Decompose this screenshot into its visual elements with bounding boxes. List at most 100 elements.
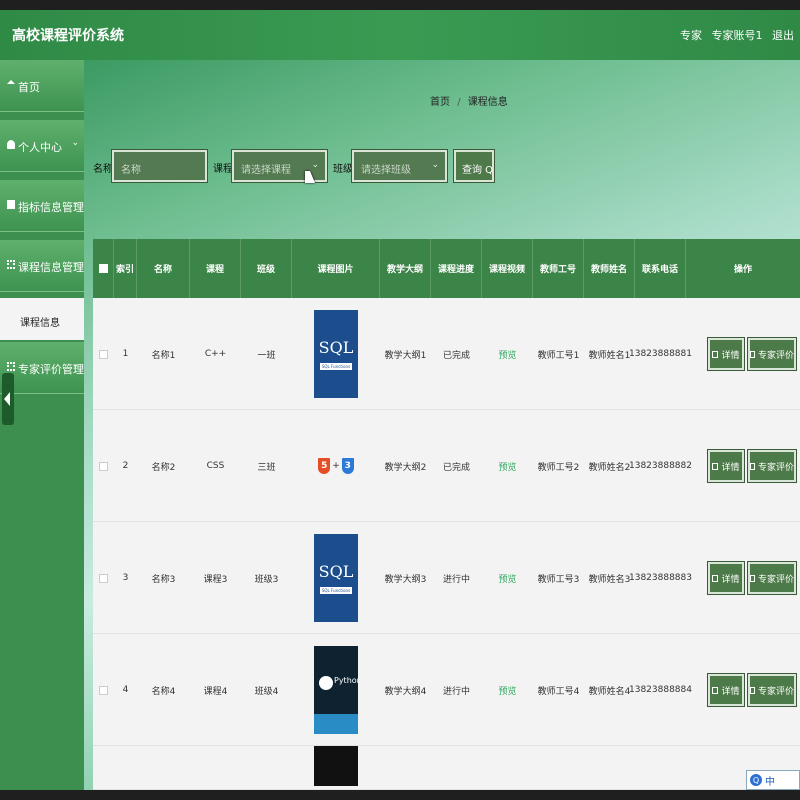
course-label: 课程: [213, 164, 233, 175]
expert-review-button[interactable]: 专家评价: [748, 674, 796, 706]
cell-index: 1: [122, 349, 129, 359]
cell-teacher-no: 教师工号1: [537, 350, 580, 361]
column-header-video: 课程视频: [482, 239, 533, 298]
cover-title: Python: [334, 676, 358, 685]
table-row: 1 名称1 C++ 一班 SQL SQL Functions 教学大纲1 已完成…: [93, 298, 800, 410]
document-icon: [750, 574, 755, 582]
detail-button[interactable]: 详情: [708, 562, 744, 594]
row-checkbox[interactable]: [99, 461, 108, 471]
sidebar-item-personal-center[interactable]: 个人中心 ⌄: [0, 120, 84, 172]
ime-toolbar[interactable]: Q 中: [746, 770, 800, 790]
document-icon: [712, 574, 719, 582]
cover-subtitle: SQL Functions: [319, 363, 353, 370]
cell-class: 一班: [257, 350, 276, 361]
css3-icon: 3: [341, 458, 354, 474]
sidebar-subitem-course-info[interactable]: 课程信息: [0, 298, 84, 340]
sidebar-item-home[interactable]: 首页: [0, 60, 84, 112]
plus-icon: +: [332, 461, 340, 471]
cell-index: 2: [122, 461, 129, 471]
sidebar: 首页 个人中心 ⌄ 指标信息管理 ⌄ 课程信息管理 ⌄ 课程信息 专家评价管理 …: [0, 60, 84, 790]
sidebar-collapse-handle[interactable]: [2, 373, 14, 425]
sidebar-item-indicator-management[interactable]: 指标信息管理 ⌄: [0, 180, 84, 232]
cover-title: SQL: [318, 338, 354, 357]
detail-button-label: 详情: [721, 686, 740, 697]
review-button-label: 专家评价: [757, 462, 794, 473]
logout-link[interactable]: 退出: [772, 29, 794, 42]
top-strip: [0, 0, 800, 10]
course-image-sql[interactable]: SQL SQL Functions: [314, 310, 358, 398]
breadcrumb-home[interactable]: 首页: [430, 97, 450, 108]
column-header-image: 课程图片: [292, 239, 380, 298]
video-preview-link[interactable]: 预览: [482, 298, 533, 410]
sidebar-item-course-management[interactable]: 课程信息管理 ⌄: [0, 240, 84, 292]
document-icon: [712, 686, 719, 694]
row-checkbox[interactable]: [99, 573, 108, 583]
table-header: 索引 名称 课程 班级 课程图片 教学大纲 课程进度 课程视频 教师工号 教师姓…: [93, 239, 800, 298]
cell-phone: 13823888882: [629, 461, 692, 471]
cover-decoration: [314, 714, 358, 734]
chevron-down-icon: ⌄: [71, 360, 79, 370]
course-image-dark[interactable]: [314, 746, 358, 786]
detail-button[interactable]: 详情: [708, 338, 744, 370]
chevron-down-icon: ⌄: [431, 160, 439, 170]
select-all-checkbox[interactable]: [93, 239, 114, 298]
course-image-sql[interactable]: SQL SQL Functions: [314, 534, 358, 622]
cell-class: 三班: [257, 462, 276, 473]
html5-icon: 5: [318, 458, 331, 474]
cell-teacher-name: 教师姓名3: [588, 574, 631, 585]
course-image-python[interactable]: Python: [314, 646, 358, 734]
name-input[interactable]: 名称: [112, 150, 207, 182]
sidebar-item-label: 首页: [18, 81, 40, 94]
user-icon: [7, 140, 15, 149]
expert-review-button[interactable]: 专家评价: [748, 338, 796, 370]
column-header-phone: 联系电话: [635, 239, 686, 298]
cell-teacher-no: 教师工号3: [537, 574, 580, 585]
search-bar: 名称 名称 课程 请选择课程 ⌄ 班级 请选择班级 ⌄ 查询 Q: [84, 150, 800, 182]
cell-index: 4: [122, 685, 129, 695]
column-header-name: 名称: [137, 239, 190, 298]
cell-class: 班级4: [254, 686, 279, 697]
grid-icon: [7, 362, 15, 371]
cell-progress: 进行中: [442, 574, 470, 585]
cell-syllabus: 教学大纲4: [384, 686, 427, 697]
detail-button[interactable]: 详情: [708, 450, 744, 482]
cell-index: 3: [122, 573, 129, 583]
bottom-strip: [0, 790, 800, 800]
video-preview-link[interactable]: 预览: [482, 634, 533, 746]
header: 高校课程评价系统 专家 专家账号1 退出: [0, 10, 800, 60]
course-table: 索引 名称 课程 班级 课程图片 教学大纲 课程进度 课程视频 教师工号 教师姓…: [93, 239, 800, 790]
column-header-actions: 操作: [733, 265, 752, 275]
cell-progress: 已完成: [442, 350, 470, 361]
row-checkbox[interactable]: [99, 349, 108, 359]
query-button[interactable]: 查询 Q: [454, 150, 494, 182]
chevron-down-icon: ⌄: [71, 138, 79, 148]
app-title: 高校课程评价系统: [12, 28, 124, 44]
name-placeholder: 名称: [121, 165, 141, 176]
video-preview-link[interactable]: 预览: [482, 522, 533, 634]
breadcrumb: 首页 / 课程信息: [430, 93, 508, 108]
table-row: [93, 746, 800, 790]
video-preview-link[interactable]: 预览: [482, 410, 533, 522]
document-icon: [750, 350, 755, 358]
sidebar-subitem-label: 课程信息: [20, 318, 60, 329]
detail-button[interactable]: 详情: [708, 674, 744, 706]
course-placeholder: 请选择课程: [241, 165, 291, 176]
cell-teacher-name: 教师姓名1: [588, 350, 631, 361]
document-icon: [750, 686, 755, 694]
chevron-down-icon: ⌄: [71, 258, 79, 268]
column-header-teacher-no: 教师工号: [533, 239, 584, 298]
cell-progress: 已完成: [442, 462, 470, 473]
expert-review-button[interactable]: 专家评价: [748, 450, 796, 482]
class-select[interactable]: 请选择班级 ⌄: [352, 150, 447, 182]
query-button-label: 查询 Q: [462, 165, 494, 176]
course-image-html5-css3[interactable]: 5 + 3: [314, 422, 358, 510]
cell-syllabus: 教学大纲3: [384, 574, 427, 585]
detail-button-label: 详情: [721, 350, 740, 361]
user-account[interactable]: 专家账号1: [712, 29, 763, 42]
cell-course: 课程3: [203, 574, 228, 585]
row-checkbox[interactable]: [99, 685, 108, 695]
column-header-syllabus: 教学大纲: [380, 239, 431, 298]
main-content: 首页 / 课程信息 名称 名称 课程 请选择课程 ⌄ 班级 请选择班级 ⌄ 查询…: [84, 60, 800, 790]
cell-course: 课程4: [203, 686, 228, 697]
expert-review-button[interactable]: 专家评价: [748, 562, 796, 594]
